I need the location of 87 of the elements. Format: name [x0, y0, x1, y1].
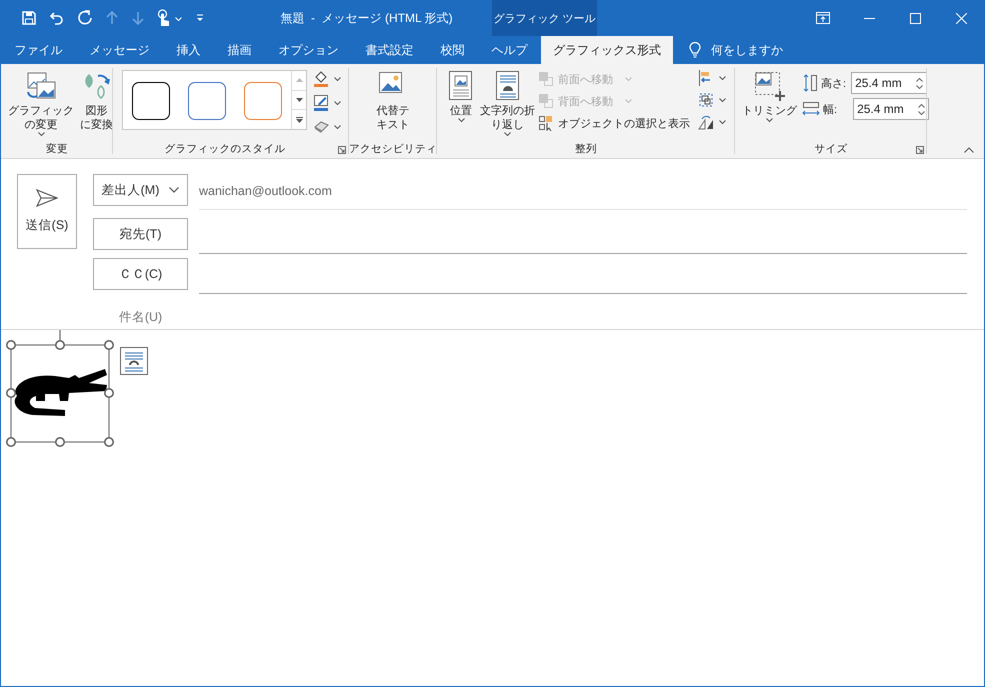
- caret-icon: [719, 120, 726, 124]
- scroll-down-icon[interactable]: [296, 98, 302, 102]
- style-swatch[interactable]: [244, 82, 282, 120]
- selection-frame[interactable]: [6, 330, 114, 447]
- ribbon-button[interactable]: トリミング: [739, 68, 800, 125]
- ribbon-button[interactable]: 代替テ キスト: [374, 68, 412, 134]
- width-icon: [802, 101, 820, 117]
- from-button[interactable]: 差出人(M): [93, 174, 188, 206]
- customize-icon[interactable]: [196, 14, 204, 22]
- save-icon[interactable]: [21, 10, 37, 26]
- ribbon-tab[interactable]: ファイル: [1, 36, 76, 64]
- caret-icon: [625, 99, 632, 104]
- chevron-down-icon: [169, 187, 180, 193]
- caret-icon: [334, 124, 341, 130]
- ribbon-button[interactable]: 位置: [445, 68, 477, 125]
- group-label: 変更: [46, 142, 68, 156]
- ribbon-button[interactable]: グラフィック の変更: [5, 68, 77, 139]
- send-icon: [36, 189, 58, 207]
- dialog-launcher-icon[interactable]: [338, 146, 346, 154]
- style-gallery[interactable]: [122, 70, 307, 130]
- group-label: グラフィックのスタイル: [164, 142, 286, 156]
- field-label: 高さ:: [821, 76, 846, 90]
- close-icon[interactable]: [956, 12, 966, 24]
- spin-down-icon[interactable]: [916, 85, 924, 89]
- caret-icon: [719, 98, 726, 102]
- style-swatch[interactable]: [188, 82, 226, 120]
- caret-icon: [719, 76, 726, 80]
- layer-icon: [538, 71, 554, 87]
- width-field[interactable]: 25.4 mm: [853, 98, 930, 120]
- ribbon-display-icon[interactable]: [816, 12, 830, 24]
- height-icon: [802, 74, 818, 92]
- group-label: 整列: [575, 142, 597, 156]
- caret-icon: [38, 132, 44, 137]
- from-address: wanichan@outlook.com: [199, 184, 332, 198]
- lightbulb-icon[interactable]: [689, 42, 701, 58]
- ribbon-tab[interactable]: 校閲: [427, 36, 478, 64]
- ribbon-button[interactable]: 図形 に変換: [77, 68, 116, 134]
- position-icon: [448, 70, 474, 102]
- group-label: アクセシビリティ: [349, 142, 437, 156]
- layout-options-icon[interactable]: [120, 347, 148, 375]
- spin-up-icon[interactable]: [918, 104, 926, 108]
- ribbon-button[interactable]: 文字列の折 り返し: [477, 68, 538, 139]
- more-icon[interactable]: [296, 116, 302, 123]
- ribbon-tab[interactable]: メッセージ: [76, 36, 163, 64]
- ribbon-tab[interactable]: オプション: [265, 36, 352, 64]
- subject-label: 件名(U): [118, 308, 164, 326]
- window-title: 無題 - メッセージ (HTML 形式): [279, 10, 454, 26]
- undo-icon[interactable]: [49, 10, 65, 26]
- caret-icon: [766, 118, 773, 123]
- ribbon-command[interactable]: オブジェクトの選択と表示: [538, 112, 690, 134]
- crop-icon: [752, 70, 786, 102]
- field-label: 幅:: [823, 102, 838, 116]
- group-label: サイズ: [814, 142, 848, 156]
- wrap-text-icon: [494, 70, 520, 102]
- crocodile-icon: [14, 369, 107, 416]
- ribbon-tab[interactable]: 書式設定: [352, 36, 427, 64]
- rotate-icon[interactable]: [698, 114, 714, 130]
- spin-up-icon[interactable]: [916, 78, 924, 82]
- dialog-launcher-icon[interactable]: [916, 146, 924, 154]
- caret-icon: [625, 77, 632, 82]
- layer-icon: [538, 93, 554, 109]
- pen-outline-icon[interactable]: [313, 94, 329, 112]
- effects-icon[interactable]: [313, 120, 329, 134]
- caret-icon: [175, 17, 182, 22]
- to-button[interactable]: 宛先(T): [93, 218, 188, 250]
- layer-icon: [538, 115, 554, 131]
- height-field[interactable]: 25.4 mm: [851, 72, 928, 94]
- ribbon-tab[interactable]: 描画: [214, 36, 265, 64]
- caret-icon: [334, 100, 341, 106]
- touch-icon[interactable]: [157, 9, 171, 27]
- caret-icon: [504, 132, 511, 137]
- maximize-icon[interactable]: [910, 12, 920, 24]
- caret-icon: [458, 118, 464, 123]
- tell-me-field[interactable]: 何をしますか: [711, 42, 783, 58]
- style-swatch[interactable]: [132, 82, 170, 120]
- redo-icon[interactable]: [77, 10, 93, 26]
- cc-button[interactable]: ＣＣ(C): [93, 258, 188, 290]
- caret-icon: [334, 76, 341, 82]
- context-tab-header: グラフィック ツール: [492, 0, 597, 36]
- ribbon-tab[interactable]: 挿入: [163, 36, 214, 64]
- group-objects-icon[interactable]: [698, 92, 714, 108]
- fill-bucket-icon[interactable]: [313, 70, 329, 88]
- send-button[interactable]: 送信(S): [17, 174, 77, 249]
- spin-down-icon[interactable]: [918, 111, 926, 115]
- ribbon-tab[interactable]: ヘルプ: [478, 36, 541, 64]
- collapse-ribbon-icon[interactable]: [964, 147, 974, 153]
- ribbon-tab[interactable]: グラフィックス形式: [541, 36, 673, 64]
